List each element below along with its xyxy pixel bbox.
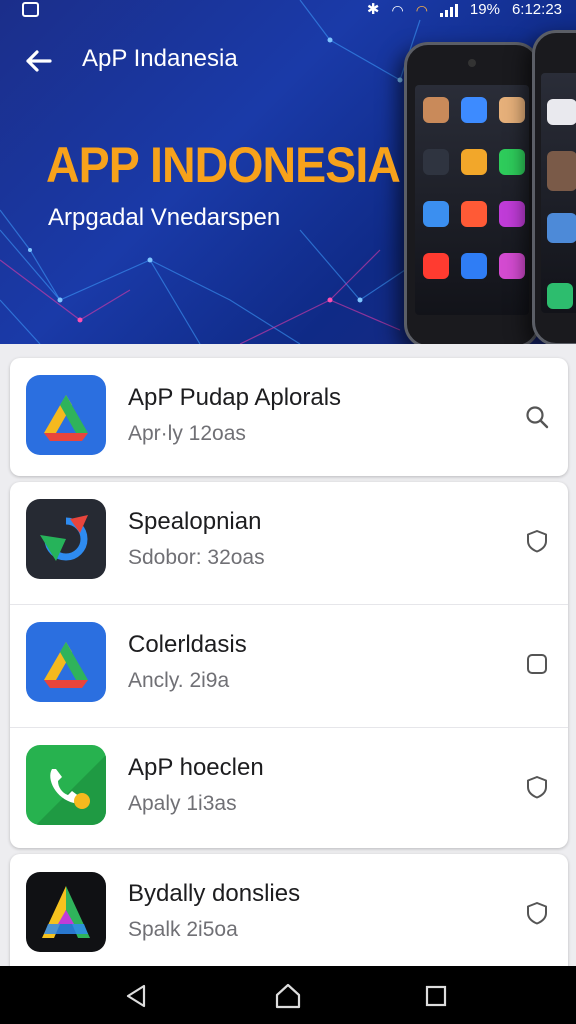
- banner-headline: APP INDONESIA: [46, 137, 401, 193]
- battery-level: 19%: [469, 1, 500, 18]
- app-meta: Sdobor: 32oas: [128, 546, 265, 569]
- wifi-icon: ◠: [391, 2, 404, 18]
- app-meta: Apaly 1i3as: [128, 792, 237, 815]
- swirl-app-icon: [26, 499, 106, 579]
- app-meta: Apr·ly 12oas: [128, 422, 246, 445]
- app-name: Spealopnian: [128, 508, 262, 535]
- square-icon[interactable]: [524, 651, 550, 677]
- app-card: Bydally donslies Spalk 2i5oa: [10, 854, 568, 984]
- shield-icon[interactable]: [524, 900, 550, 926]
- list-item[interactable]: Colerldasis Ancly. 2i9a: [10, 605, 568, 727]
- app-card: ApP Pudap Aplorals Apr·ly 12oas: [10, 358, 568, 476]
- notification-icon: [22, 2, 39, 17]
- a-logo-icon: [26, 872, 106, 952]
- header-banner: ApP Indanesia APP INDONESIA Arpgadal Vne…: [0, 0, 576, 344]
- search-icon[interactable]: [524, 404, 550, 430]
- toolbar-title: ApP Indanesia: [82, 45, 238, 72]
- back-nav-icon[interactable]: [120, 980, 152, 1012]
- phone-mockup-back: [532, 30, 576, 344]
- list-item[interactable]: ApP Pudap Aplorals Apr·ly 12oas: [10, 358, 568, 480]
- app-card-group: Spealopnian Sdobor: 32oas Colerldasis An…: [10, 482, 568, 848]
- list-item[interactable]: ApP hoeclen Apaly 1i3as: [10, 728, 568, 850]
- signal-icon: [439, 3, 458, 17]
- list-item[interactable]: Spealopnian Sdobor: 32oas: [10, 482, 568, 604]
- status-bar: ✱ ◠ ◠ 19% 6:12:23: [0, 0, 576, 22]
- app-meta: Ancly. 2i9a: [128, 669, 230, 692]
- app-name: Colerldasis: [128, 631, 247, 658]
- phone-app-icon: [26, 745, 106, 825]
- app-name: Bydally donslies: [128, 880, 301, 907]
- shield-icon[interactable]: [524, 528, 550, 554]
- back-arrow-icon[interactable]: [22, 44, 56, 78]
- bluetooth-icon: ✱: [366, 1, 380, 18]
- drive-triangle-icon: [26, 622, 106, 702]
- home-nav-icon[interactable]: [272, 980, 304, 1012]
- list-item[interactable]: Bydally donslies Spalk 2i5oa: [10, 854, 568, 976]
- banner-subtitle: Arpgadal Vnedarspen: [48, 204, 281, 231]
- system-nav-bar: [0, 966, 576, 1024]
- shield-icon[interactable]: [524, 774, 550, 800]
- recents-nav-icon[interactable]: [420, 980, 452, 1012]
- app-name: ApP hoeclen: [128, 754, 264, 781]
- clock: 6:12:23: [511, 1, 562, 18]
- app-meta: Spalk 2i5oa: [128, 918, 238, 941]
- phone-mockup-front: [404, 42, 540, 344]
- hotspot-icon: ◠: [415, 2, 428, 18]
- app-name: ApP Pudap Aplorals: [128, 384, 342, 411]
- drive-triangle-icon: [26, 375, 106, 455]
